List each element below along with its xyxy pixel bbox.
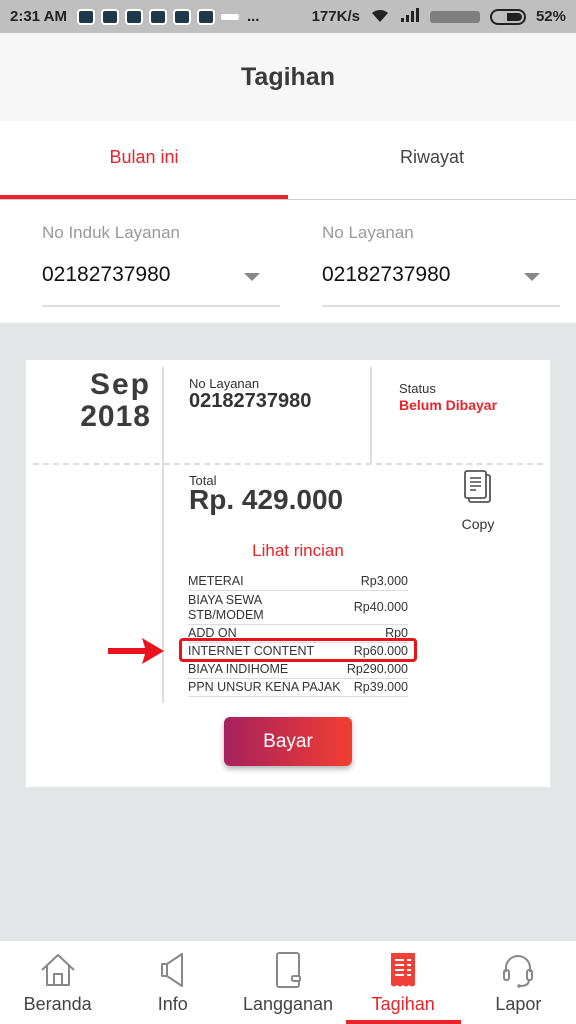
notebook-icon <box>276 952 301 988</box>
detail-label: BIAYA SEWA STB/MODEM <box>188 592 264 622</box>
copy-button[interactable]: Copy <box>456 470 500 532</box>
copy-label: Copy <box>461 516 495 532</box>
dropdown-caret-icon[interactable] <box>524 273 540 281</box>
detail-row: BIAYA SEWA STB/MODEM Rp40.000 <box>188 591 408 625</box>
nav-lapor[interactable]: Lapor <box>461 941 576 1024</box>
no-induk-layanan-label: No Induk Layanan <box>42 223 180 242</box>
bill-year: 2018 <box>80 400 151 433</box>
no-layanan-card-label: No Layanan <box>189 376 260 391</box>
detail-label: PPN UNSUR KENA PAJAK <box>188 680 341 694</box>
dropdown-caret-icon[interactable] <box>244 273 260 281</box>
tab-bar: Bulan ini Riwayat <box>0 121 576 199</box>
battery-icon <box>489 8 526 25</box>
home-icon <box>40 954 75 986</box>
detail-row: BIAYA INDIHOME Rp290.000 <box>188 661 408 679</box>
nav-label: Tagihan <box>371 994 435 1014</box>
bill-details-list: METERAI Rp3.000 BIAYA SEWA STB/MODEM Rp4… <box>188 573 408 697</box>
tab-bulan-ini[interactable]: Bulan ini <box>0 121 288 199</box>
status-time: 2:31 AM <box>10 8 67 25</box>
app-header: Tagihan <box>0 33 576 121</box>
no-layanan-value[interactable]: 02182737980 <box>322 263 450 287</box>
network-speed: 177K/s <box>311 8 360 25</box>
nav-tagihan[interactable]: Tagihan <box>345 941 462 1024</box>
nav-label: Info <box>157 994 188 1014</box>
detail-row: METERAI Rp3.000 <box>188 573 408 591</box>
detail-value: Rp3.000 <box>360 574 408 588</box>
notification-icon <box>220 13 239 20</box>
account-selectors: No Induk Layanan 02182737980 No Layanan … <box>0 200 576 323</box>
bill-card: Sep 2018 No Layanan 02182737980 Status B… <box>26 360 550 787</box>
dropdown-underline <box>322 305 560 307</box>
status-label: Status <box>399 381 436 396</box>
detail-value: Rp39.000 <box>353 680 408 694</box>
notification-icon <box>148 8 167 25</box>
notification-icon <box>124 8 143 25</box>
notification-icon <box>172 8 191 25</box>
headset-icon <box>503 955 534 988</box>
status-badge: Belum Dibayar <box>399 397 498 413</box>
nav-langganan[interactable]: Langganan <box>230 941 345 1024</box>
status-bar: 2:31 AM ... 177K/s 52% <box>0 0 576 33</box>
detail-row: PPN UNSUR KENA PAJAK Rp39.000 <box>188 679 408 697</box>
annotation-highlight-box <box>179 638 417 662</box>
copy-icon <box>464 470 491 503</box>
annotation-arrow-icon <box>108 638 164 664</box>
no-layanan-label: No Layanan <box>322 223 414 242</box>
megaphone-icon <box>160 953 183 987</box>
tab-riwayat[interactable]: Riwayat <box>288 121 576 199</box>
bottom-navigation: Beranda Info Langganan Tagihan Lapor <box>0 940 576 1024</box>
more-notifications-icon: ... <box>246 8 260 25</box>
notification-icon <box>100 8 119 25</box>
bayar-button[interactable]: Bayar <box>224 717 352 766</box>
signal-icon <box>400 7 420 26</box>
detail-label: BIAYA INDIHOME <box>188 662 289 676</box>
notification-icon <box>196 8 215 25</box>
detail-value: Rp290.000 <box>346 662 408 676</box>
battery-percent: 52% <box>535 8 566 25</box>
detail-value: Rp40.000 <box>353 600 408 614</box>
nav-info[interactable]: Info <box>115 941 230 1024</box>
status-icons-blurred <box>429 10 480 23</box>
divider-vertical <box>370 367 372 463</box>
nav-label: Langganan <box>242 994 334 1014</box>
no-induk-layanan-value[interactable]: 02182737980 <box>42 263 170 287</box>
notification-icons <box>76 8 239 25</box>
nav-beranda[interactable]: Beranda <box>0 941 115 1024</box>
lihat-rincian-link[interactable]: Lihat rincian <box>189 541 407 561</box>
bill-month: Sep <box>89 368 151 401</box>
no-layanan-card-value: 02182737980 <box>189 390 312 412</box>
total-amount: Rp. 429.000 <box>189 484 344 515</box>
wifi-icon <box>370 7 390 26</box>
dropdown-underline <box>42 305 280 307</box>
receipt-icon <box>391 953 416 987</box>
notification-icon <box>76 8 95 25</box>
nav-label: Lapor <box>495 994 542 1014</box>
nav-label: Beranda <box>23 994 92 1014</box>
divider-dashed <box>33 463 543 465</box>
page-title: Tagihan <box>241 62 335 91</box>
detail-label: METERAI <box>188 574 244 588</box>
